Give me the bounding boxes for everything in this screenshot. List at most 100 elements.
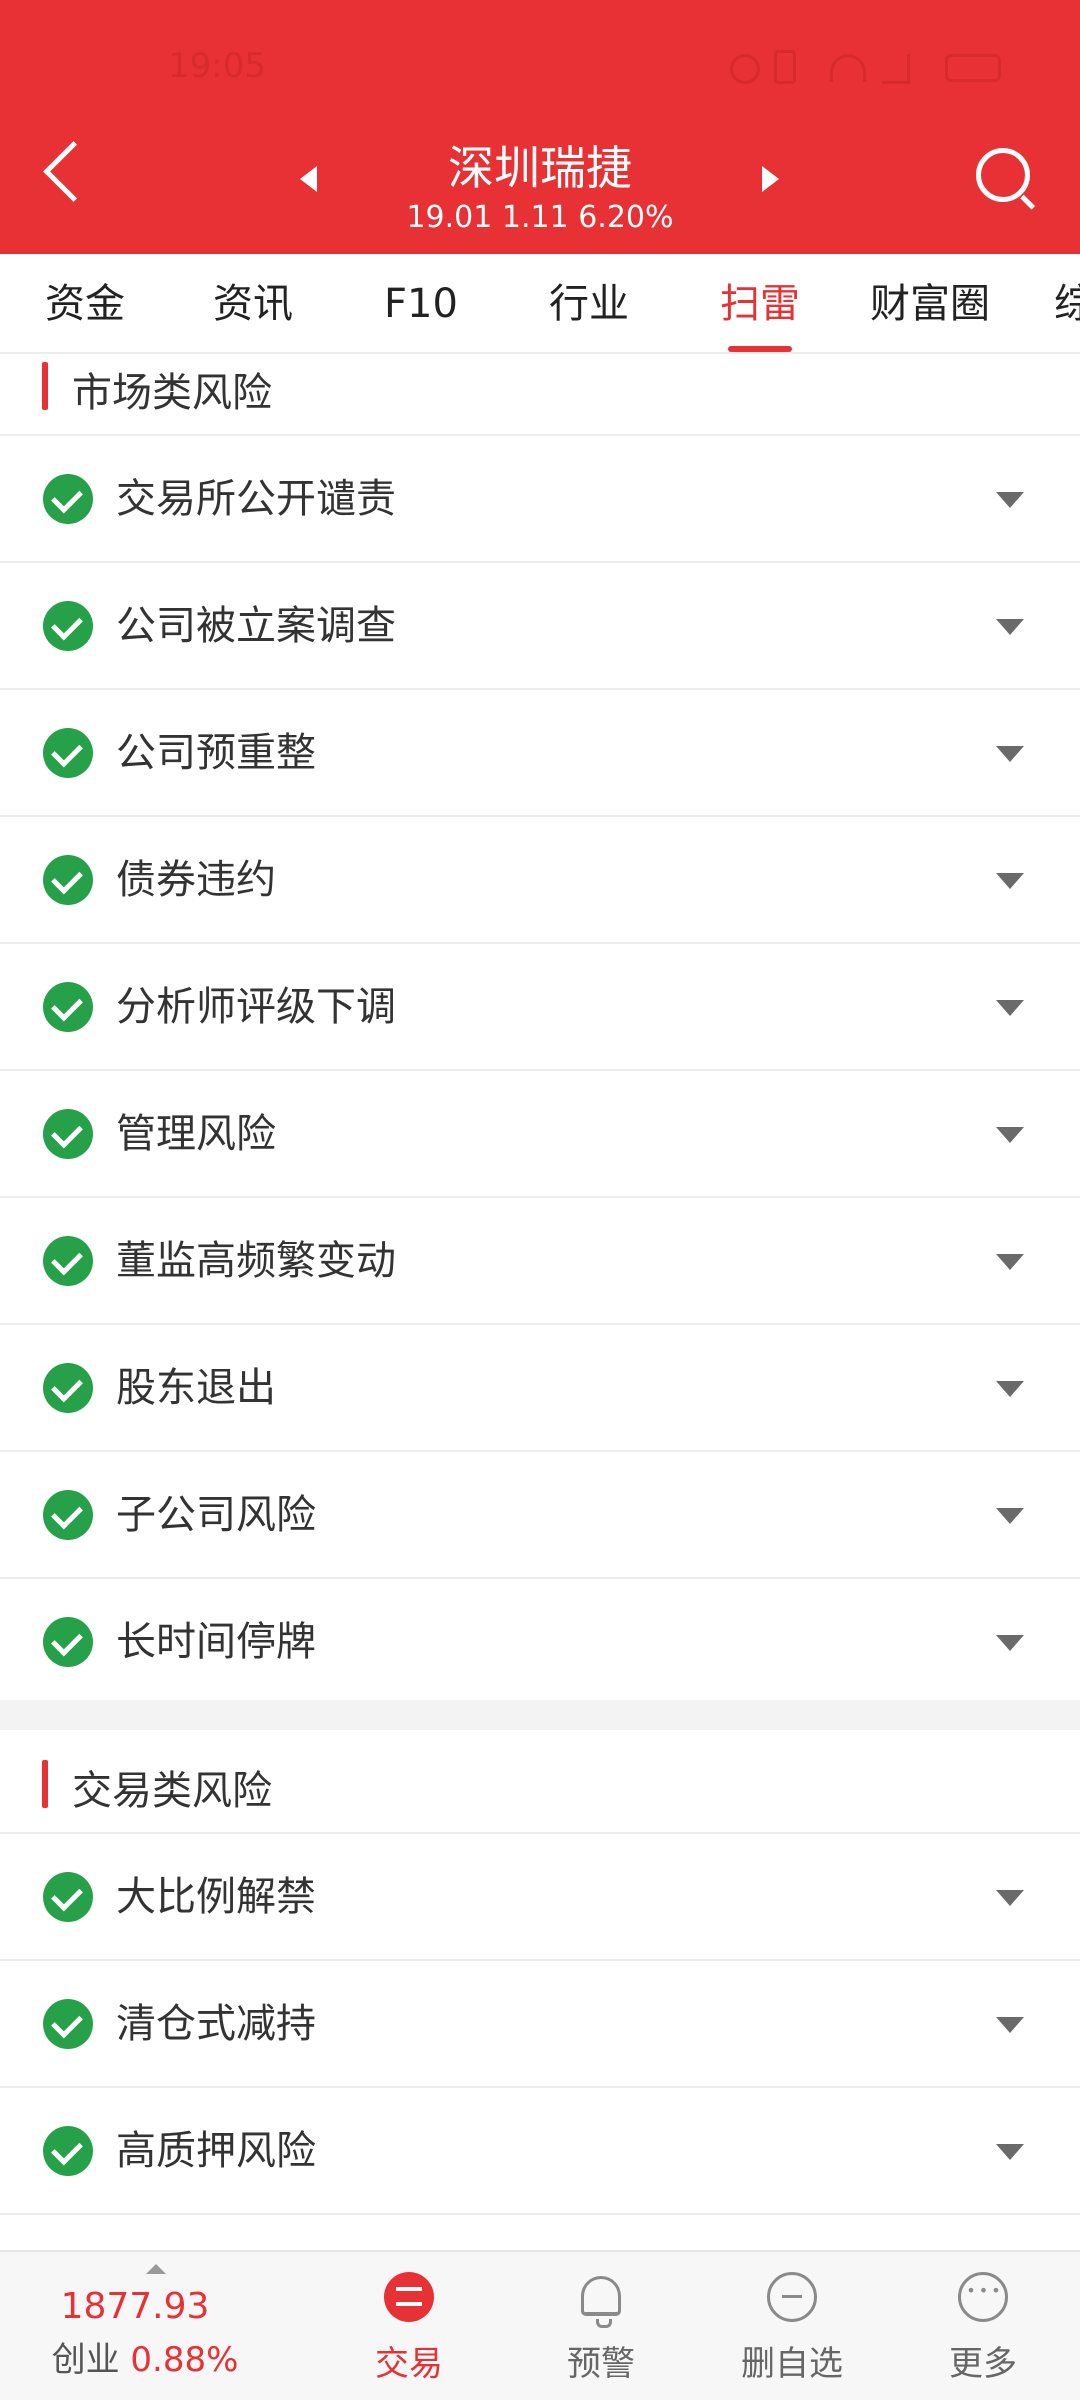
nav-label: 交易 xyxy=(375,2344,443,2384)
risk-row[interactable]: 大比例解禁 xyxy=(0,1834,1080,1961)
risk-row[interactable]: 高质押风险 xyxy=(0,2088,1080,2215)
index-change: 创业 0.88% xyxy=(40,2332,250,2381)
check-circle-icon xyxy=(43,601,93,651)
risk-row[interactable]: 公司预重整 xyxy=(0,690,1080,817)
chevron-down-icon[interactable] xyxy=(996,1000,1024,1016)
bottom-toolbar: 1877.93 创业 0.88% 交易 预警 删自选 更多 xyxy=(0,2250,1080,2400)
detail-tabbar: 资金 资讯 F10 行业 扫雷 财富圈 综 xyxy=(0,254,1080,354)
index-change-percent: 0.88% xyxy=(130,2340,239,2380)
minus-circle-icon xyxy=(767,2272,817,2322)
check-circle-icon xyxy=(43,728,93,778)
search-icon-handle xyxy=(1020,194,1036,210)
risk-row[interactable]: 子公司风险 xyxy=(0,1452,1080,1579)
previous-stock-icon[interactable] xyxy=(290,158,330,198)
status-icons xyxy=(730,48,1010,88)
check-circle-icon xyxy=(43,474,93,524)
tab-more-partial[interactable]: 综 xyxy=(1054,254,1080,352)
risk-row[interactable]: 公司被立案调查 xyxy=(0,563,1080,690)
battery-icon xyxy=(945,54,1001,82)
risk-row[interactable]: 股东退出 xyxy=(0,1325,1080,1452)
check-circle-icon xyxy=(43,1236,93,1286)
wifi-icon xyxy=(830,54,866,82)
check-circle-icon xyxy=(43,1363,93,1413)
next-stock-icon[interactable] xyxy=(750,158,790,198)
search-icon-circle xyxy=(976,148,1030,202)
risk-row[interactable]: 管理风险 xyxy=(0,1071,1080,1198)
section-marker xyxy=(42,362,48,410)
risk-label: 公司预重整 xyxy=(116,730,316,776)
check-circle-icon xyxy=(43,1999,93,2049)
chevron-down-icon[interactable] xyxy=(996,1635,1024,1651)
risk-row[interactable]: 分析师评级下调 xyxy=(0,944,1080,1071)
alarm-icon xyxy=(730,54,760,84)
risk-label: 长时间停牌 xyxy=(116,1619,316,1665)
index-name: 创业 xyxy=(51,2340,120,2380)
nav-label: 删自选 xyxy=(741,2344,843,2384)
risk-label: 大比例解禁 xyxy=(116,1874,316,1920)
trade-icon xyxy=(384,2272,434,2322)
section-header-market-risk: 市场类风险 xyxy=(0,354,1080,436)
nav-remove-watchlist-button[interactable]: 删自选 xyxy=(717,2252,867,2400)
section-title: 交易类风险 xyxy=(72,1768,272,1814)
risk-label: 清仓式减持 xyxy=(116,2001,316,2047)
bell-icon xyxy=(581,2276,621,2328)
tab-news[interactable]: 资讯 xyxy=(188,254,318,352)
tab-mine-sweep[interactable]: 扫雷 xyxy=(695,254,825,352)
risk-label: 股东退出 xyxy=(116,1365,276,1411)
nav-label: 更多 xyxy=(949,2344,1017,2384)
chevron-down-icon[interactable] xyxy=(996,873,1024,889)
more-icon xyxy=(958,2272,1008,2322)
nav-trade-button[interactable]: 交易 xyxy=(334,2252,484,2400)
risk-row[interactable]: 长时间停牌 xyxy=(0,1579,1080,1700)
status-time: 19:05 xyxy=(168,46,266,86)
check-circle-icon xyxy=(43,1872,93,1922)
chevron-down-icon[interactable] xyxy=(996,619,1024,635)
tab-f10[interactable]: F10 xyxy=(356,254,486,352)
index-value: 1877.93 xyxy=(60,2286,210,2327)
risk-label: 董监高频繁变动 xyxy=(116,1238,396,1284)
check-circle-icon xyxy=(43,982,93,1032)
vibrate-icon xyxy=(774,50,796,84)
section-divider xyxy=(0,1700,1080,1730)
tab-wealth-circle[interactable]: 财富圈 xyxy=(860,254,1000,352)
expand-up-icon[interactable] xyxy=(146,2264,166,2274)
tab-industry[interactable]: 行业 xyxy=(524,254,654,352)
check-circle-icon xyxy=(43,1109,93,1159)
risk-label: 公司被立案调查 xyxy=(116,603,396,649)
risk-row[interactable]: 董监高频繁变动 xyxy=(0,1198,1080,1325)
risk-row[interactable]: 交易所公开谴责 xyxy=(0,436,1080,563)
stock-header: 19:05 深圳瑞捷 19.01 1.11 6.20% xyxy=(0,0,1080,254)
nav-label: 预警 xyxy=(567,2344,635,2384)
chevron-down-icon[interactable] xyxy=(996,746,1024,762)
risk-row[interactable]: 清仓式减持 xyxy=(0,1961,1080,2088)
chevron-down-icon[interactable] xyxy=(996,1508,1024,1524)
active-tab-indicator xyxy=(728,346,792,352)
risk-label: 高质押风险 xyxy=(116,2128,316,2174)
section-title: 市场类风险 xyxy=(72,370,272,416)
risk-label: 管理风险 xyxy=(116,1111,276,1157)
chevron-down-icon[interactable] xyxy=(996,1127,1024,1143)
nav-more-button[interactable]: 更多 xyxy=(908,2252,1058,2400)
check-circle-icon xyxy=(43,855,93,905)
risk-label: 子公司风险 xyxy=(116,1492,316,1538)
search-icon[interactable] xyxy=(972,144,1042,214)
chevron-down-icon[interactable] xyxy=(996,2017,1024,2033)
stock-name: 深圳瑞捷 xyxy=(448,141,632,195)
section-marker xyxy=(42,1760,48,1808)
risk-label: 债券违约 xyxy=(116,857,276,903)
check-circle-icon xyxy=(43,1617,93,1667)
nav-alert-button[interactable]: 预警 xyxy=(526,2252,676,2400)
risk-label: 分析师评级下调 xyxy=(116,984,396,1030)
tab-funds[interactable]: 资金 xyxy=(20,254,150,352)
chevron-down-icon[interactable] xyxy=(996,1254,1024,1270)
risk-row[interactable]: 债券违约 xyxy=(0,817,1080,944)
status-bar: 19:05 xyxy=(0,40,1080,100)
section-header-trade-risk: 交易类风险 xyxy=(0,1730,1080,1834)
chevron-down-icon[interactable] xyxy=(996,492,1024,508)
back-icon[interactable] xyxy=(30,140,90,210)
risk-label: 交易所公开谴责 xyxy=(116,476,396,522)
chevron-down-icon[interactable] xyxy=(996,1890,1024,1906)
chevron-down-icon[interactable] xyxy=(996,2144,1024,2160)
chevron-down-icon[interactable] xyxy=(996,1381,1024,1397)
signal-icon xyxy=(882,54,910,84)
